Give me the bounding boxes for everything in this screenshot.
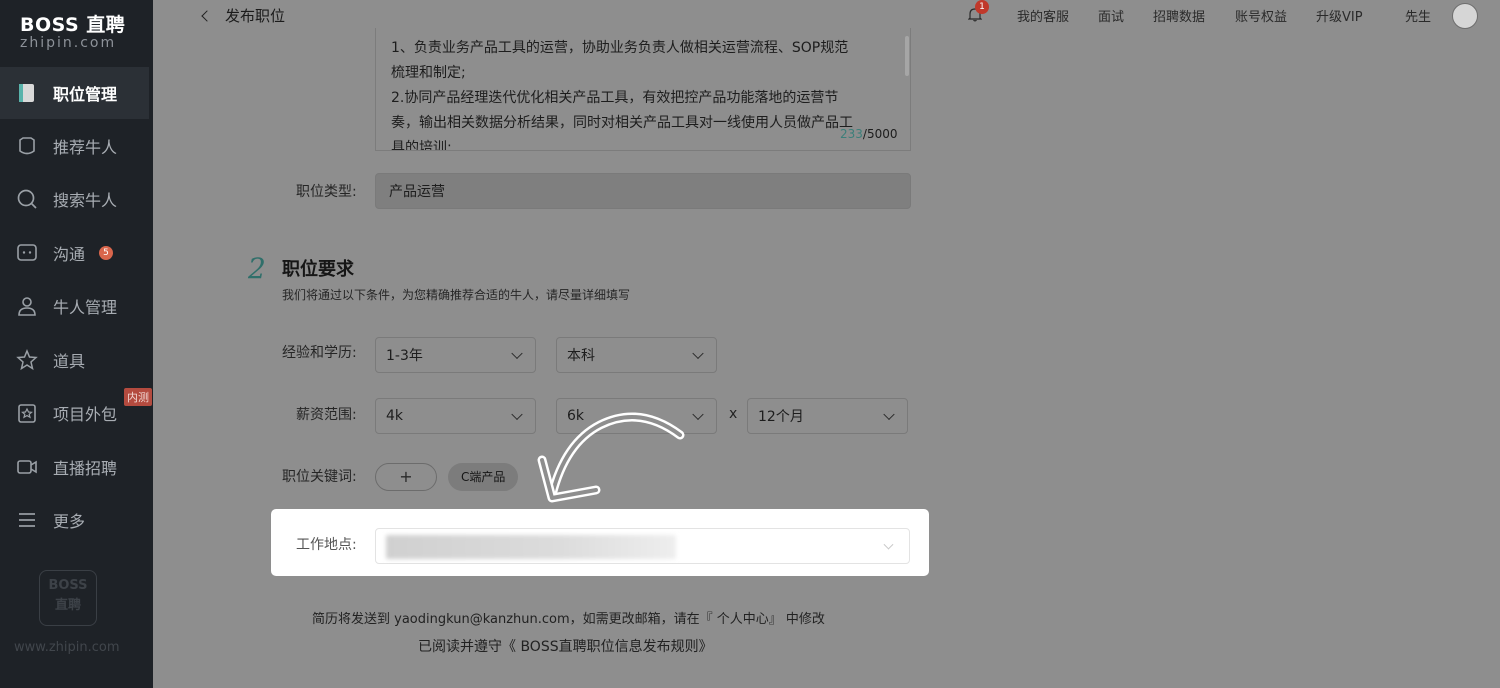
- logo-main-text: BOSS 直聘: [20, 14, 126, 36]
- blurred-address: [386, 535, 676, 559]
- sidebar-item-label: 直播招聘: [53, 459, 118, 478]
- rules-agreement-link[interactable]: 已阅读并遵守《 BOSS直聘职位信息发布规则》: [418, 636, 713, 656]
- location-select[interactable]: [375, 528, 910, 564]
- person-icon: [16, 295, 38, 317]
- salary-min-select[interactable]: 4k: [375, 398, 536, 434]
- description-line: 具的培训;: [391, 140, 452, 151]
- site-url: www.zhipin.com: [14, 640, 120, 655]
- bottom-logo-line1: BOSS: [48, 578, 88, 593]
- menu-icon: [16, 509, 38, 531]
- salary-months-select[interactable]: 12个月: [747, 398, 908, 434]
- sidebar-item-label: 更多: [53, 512, 86, 531]
- job-description-textarea[interactable]: 1、负责业务产品工具的运营，协助业务负责人做相关运营流程、SOP规范 梳理和制定…: [375, 28, 911, 151]
- keywords-label: 职位关键词:: [282, 469, 357, 485]
- chevron-left-icon: [201, 9, 213, 22]
- chevron-down-icon: [883, 539, 894, 550]
- sidebar-item-job-manage[interactable]: 职位管理: [0, 67, 149, 119]
- description-line: 1、负责业务产品工具的运营，协助业务负责人做相关运营流程、SOP规范: [391, 40, 849, 56]
- textarea-scrollbar[interactable]: [905, 36, 909, 76]
- logo-sub-text: zhipin.com: [20, 35, 117, 51]
- chevron-down-icon: [511, 347, 523, 360]
- sidebar-item-label: 牛人管理: [53, 298, 118, 317]
- job-type-field[interactable]: 产品运营: [375, 173, 911, 209]
- location-label: 工作地点:: [296, 537, 357, 553]
- recommend-icon: [16, 135, 38, 157]
- salary-months-value: 12个月: [758, 409, 804, 425]
- bottom-logo-line2: 直聘: [54, 598, 81, 613]
- search-icon: [16, 188, 38, 210]
- char-count-current: 233: [840, 127, 863, 141]
- sidebar: BOSS 直聘 zhipin.com 职位管理 推荐牛人 搜索牛人 沟通 5 牛…: [0, 0, 153, 688]
- upgrade-vip-link[interactable]: 升级VIP: [1316, 6, 1363, 25]
- unread-badge: 5: [99, 246, 114, 260]
- job-type-value: 产品运营: [389, 184, 445, 200]
- account-benefits-link[interactable]: 账号权益: [1235, 6, 1287, 25]
- beta-tag: 内测: [124, 388, 152, 406]
- chat-icon: [16, 242, 38, 264]
- chevron-down-icon: [511, 408, 523, 421]
- keyword-chip[interactable]: C端产品: [448, 463, 519, 491]
- chevron-down-icon: [692, 347, 704, 360]
- sidebar-item-search[interactable]: 搜索牛人: [0, 173, 149, 225]
- section-title: 职位要求: [282, 259, 354, 280]
- back-button[interactable]: 发布职位: [201, 5, 286, 26]
- customer-service-link[interactable]: 我的客服: [1017, 6, 1069, 25]
- sidebar-item-more[interactable]: 更多: [0, 494, 149, 546]
- experience-value: 1-3年: [386, 348, 423, 364]
- section-number: 2: [248, 252, 266, 285]
- user-name[interactable]: 先生: [1405, 6, 1431, 25]
- education-value: 本科: [567, 348, 595, 364]
- education-select[interactable]: 本科: [556, 337, 717, 373]
- email-notice: 简历将发送到 yaodingkun@kanzhun.com，如需更改邮箱，请在『…: [312, 612, 825, 627]
- tools-icon: [16, 349, 38, 371]
- location-highlight-panel: 工作地点:: [271, 509, 929, 576]
- live-icon: [16, 456, 38, 478]
- experience-select[interactable]: 1-3年: [375, 337, 536, 373]
- char-count-max: /5000: [862, 127, 898, 141]
- chevron-down-icon: [692, 408, 704, 421]
- sidebar-item-tools[interactable]: 道具: [0, 334, 149, 386]
- interview-link[interactable]: 面试: [1098, 6, 1124, 25]
- description-line: 2.协同产品经理迭代优化相关产品工具，有效把控产品功能落地的运营节: [391, 90, 839, 106]
- section-subtitle: 我们将通过以下条件，为您精确推荐合适的牛人，请尽量详细填写: [282, 288, 631, 302]
- sidebar-item-label: 道具: [53, 352, 86, 371]
- sidebar-item-label: 项目外包: [53, 405, 118, 424]
- job-type-label: 职位类型:: [296, 184, 357, 200]
- sidebar-item-recommend[interactable]: 推荐牛人: [0, 120, 149, 172]
- bottom-logo: BOSS 直聘: [39, 570, 97, 626]
- recruit-data-link[interactable]: 招聘数据: [1153, 6, 1205, 25]
- job-manage-icon: [16, 82, 38, 104]
- add-keyword-button[interactable]: +: [375, 463, 437, 491]
- sidebar-item-label: 推荐牛人: [53, 138, 118, 157]
- chevron-down-icon: [883, 408, 895, 421]
- char-counter: 233/5000: [840, 127, 898, 141]
- brand-logo[interactable]: BOSS 直聘 zhipin.com: [20, 10, 125, 51]
- project-icon: [16, 402, 38, 424]
- salary-min-value: 4k: [386, 408, 404, 424]
- description-line: 奏，输出相关数据分析结果，同时对相关产品工具对一线使用人员做产品工: [391, 115, 853, 131]
- notification-badge: 1: [975, 0, 989, 14]
- description-line: 梳理和制定;: [391, 65, 466, 81]
- avatar[interactable]: [1452, 3, 1478, 29]
- sidebar-item-chat[interactable]: 沟通 5: [0, 227, 149, 279]
- experience-label: 经验和学历:: [282, 345, 357, 361]
- sidebar-item-label: 职位管理: [53, 85, 118, 104]
- annotation-arrow-icon: [537, 412, 685, 503]
- sidebar-item-label: 沟通: [53, 245, 86, 264]
- sidebar-item-people[interactable]: 牛人管理: [0, 280, 149, 332]
- sidebar-item-label: 搜索牛人: [53, 191, 118, 210]
- multiply-sign: x: [729, 406, 738, 422]
- sidebar-item-live[interactable]: 直播招聘: [0, 441, 149, 493]
- page-title: 发布职位: [225, 7, 286, 25]
- salary-label: 薪资范围:: [296, 407, 357, 423]
